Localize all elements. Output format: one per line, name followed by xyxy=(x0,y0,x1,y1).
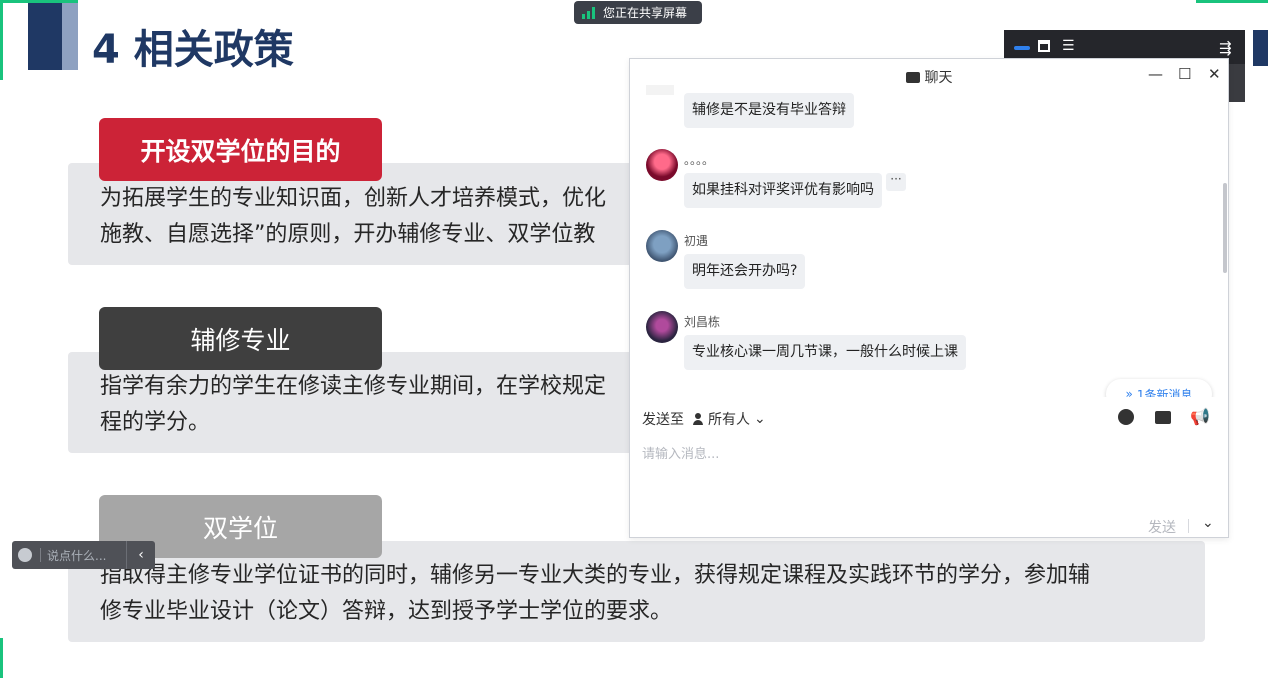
emoji-button[interactable] xyxy=(1116,407,1136,427)
collapse-panel-icon[interactable]: ⇶ xyxy=(1219,39,1232,57)
page-title: 4 相关政策 xyxy=(92,27,294,73)
chat-input-area: 发送至 所有人 ⌄ 📢 请输入消息... 发送 ⌄ xyxy=(630,399,1230,539)
folder-icon xyxy=(1155,411,1171,424)
avatar xyxy=(646,85,674,95)
announcement-button[interactable]: 📢 xyxy=(1190,407,1210,427)
sender-name: 刘昌栋 xyxy=(684,315,721,329)
send-options-chevron-icon[interactable]: ⌄ xyxy=(1202,515,1214,531)
left-edge-accent-bottom xyxy=(0,638,3,678)
screen-sharing-text: 您正在共享屏幕 xyxy=(603,6,688,20)
send-to-label: 发送至 xyxy=(642,412,684,428)
chat-icon xyxy=(905,72,920,83)
sender-name: 初遇 xyxy=(684,234,709,248)
file-button[interactable] xyxy=(1153,407,1173,427)
avatar xyxy=(646,311,678,343)
message-text: 明年还会开办吗? xyxy=(684,254,806,289)
avatar xyxy=(646,230,678,262)
collapse-chevron-icon[interactable]: ‹ xyxy=(126,541,155,569)
message-text: 专业核心课一周几节课，一般什么时候上课 xyxy=(684,335,966,370)
maximize-button[interactable]: ☐ xyxy=(1178,65,1191,83)
close-button[interactable]: ✕ xyxy=(1208,65,1221,83)
message-text: 辅修是不是没有毕业答辩 xyxy=(684,93,854,128)
minimize-icon[interactable] xyxy=(1014,46,1030,50)
list-icon[interactable]: ☰ xyxy=(1062,39,1076,53)
floating-comment-input[interactable]: 说点什么... ‹ xyxy=(12,541,155,569)
chat-title-bar: 聊天 xyxy=(630,67,1228,87)
video-thumbnail-strip xyxy=(1229,64,1245,102)
emoji-icon[interactable] xyxy=(18,548,32,562)
minimize-button[interactable]: — xyxy=(1148,65,1163,83)
chat-panel: 聊天 — ☐ ✕ 辅修是不是没有毕业答辩 。。。。 如果挂科对评奖评优有影响吗 … xyxy=(629,58,1229,538)
chat-title: 聊天 xyxy=(924,70,953,86)
recipient-selector[interactable]: 发送至 所有人 ⌄ xyxy=(642,409,766,429)
send-divider xyxy=(1188,519,1189,533)
floating-input-placeholder: 说点什么... xyxy=(47,548,107,563)
section-purpose-label: 开设双学位的目的 xyxy=(99,118,382,181)
new-messages-button[interactable]: » 1条新消息 xyxy=(1106,379,1212,397)
chat-message-list[interactable]: 辅修是不是没有毕业答辩 。。。。 如果挂科对评奖评优有影响吗 ··· 初遇 明年… xyxy=(630,85,1230,397)
user-icon xyxy=(692,413,704,425)
section-minor-label: 辅修专业 xyxy=(99,307,382,370)
section-double-degree-line-2: 修专业毕业设计（论文）答辩，达到授予学士学位的要求。 xyxy=(100,599,673,624)
megaphone-icon: 📢 xyxy=(1190,407,1210,426)
double-chevron-down-icon: » xyxy=(1125,387,1133,397)
message-input[interactable]: 请输入消息... xyxy=(642,443,719,462)
input-divider xyxy=(40,548,41,562)
recipient-value: 所有人 xyxy=(708,412,750,428)
top-right-edge-accent xyxy=(1196,0,1268,3)
title-accent-bar-dark xyxy=(28,3,62,70)
title-accent-bar-light xyxy=(62,3,78,70)
more-options-button[interactable]: ··· xyxy=(886,173,906,191)
signal-icon xyxy=(582,6,595,19)
window-icon[interactable] xyxy=(1038,40,1050,52)
screen-sharing-indicator[interactable]: 您正在共享屏幕 xyxy=(574,1,702,24)
chevron-down-icon: ⌄ xyxy=(754,411,766,427)
emoji-icon xyxy=(1118,409,1134,425)
avatar xyxy=(646,149,678,181)
send-button[interactable]: 发送 xyxy=(1148,517,1176,537)
chat-scrollbar[interactable] xyxy=(1223,183,1227,273)
sender-name: 。。。。 xyxy=(684,153,715,167)
left-edge-accent xyxy=(0,0,3,80)
new-messages-label: 1条新消息 xyxy=(1136,387,1193,398)
message-text: 如果挂科对评奖评优有影响吗 xyxy=(684,173,882,208)
slide-edge-decoration xyxy=(1253,30,1268,66)
